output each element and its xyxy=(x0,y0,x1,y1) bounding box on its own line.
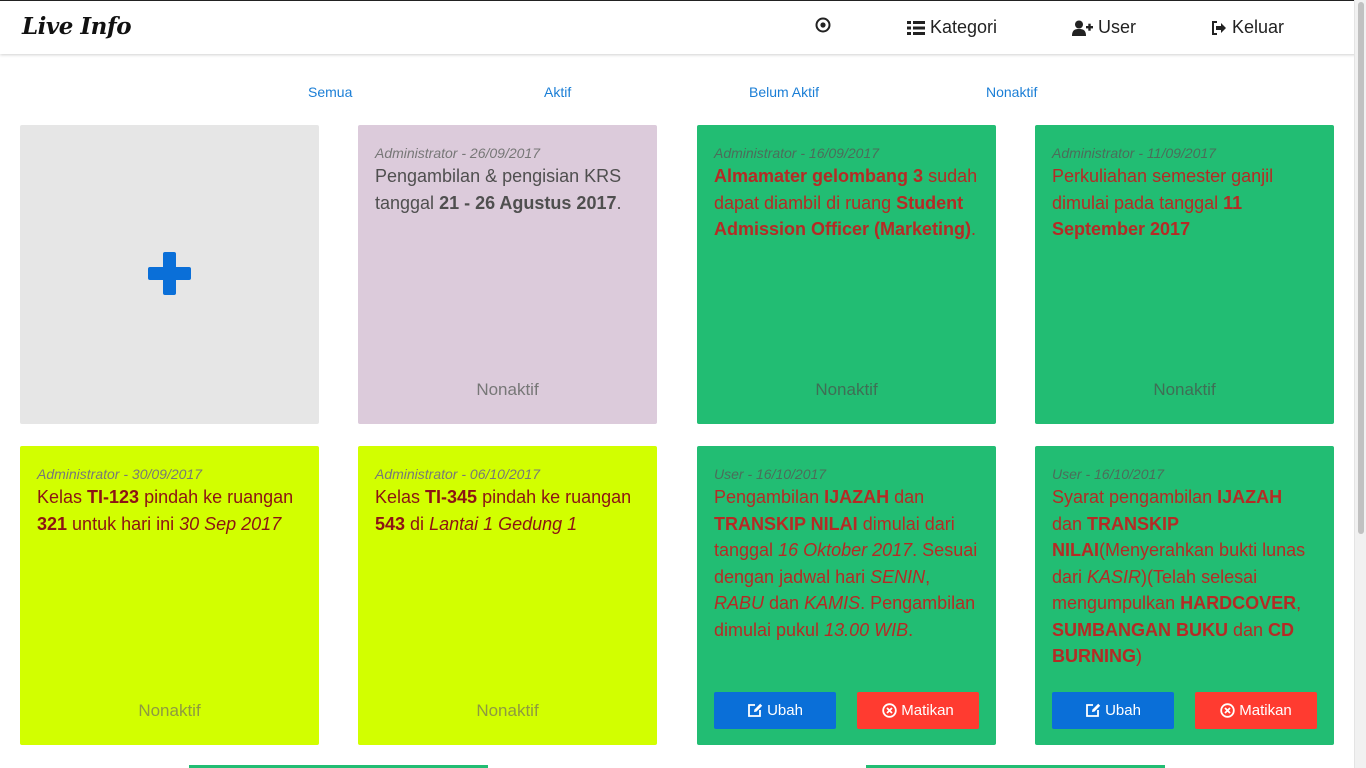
card-status: Nonaktif xyxy=(815,380,878,399)
edit-icon xyxy=(1086,703,1101,717)
info-card: Administrator - 16/09/2017 Almamater gel… xyxy=(697,125,996,424)
info-card: Administrator - 26/09/2017 Pengambilan &… xyxy=(358,125,657,424)
card-status: Nonaktif xyxy=(476,380,539,399)
brand-logo[interactable]: Live Info xyxy=(22,13,132,40)
info-card: User - 16/10/2017 Pengambilan IJAZAH dan… xyxy=(697,446,996,745)
card-body: Syarat pengambilan IJAZAH dan TRANSKIP N… xyxy=(1052,487,1306,666)
card-body: Kelas TI-345 pindah ke ruangan 543 di La… xyxy=(375,487,632,534)
tab-belum-aktif[interactable]: Belum Aktif xyxy=(749,84,819,100)
card-meta: Administrator - 30/09/2017 xyxy=(37,466,202,482)
deactivate-button[interactable]: Matikan xyxy=(857,692,979,729)
card-meta: Administrator - 11/09/2017 xyxy=(1052,145,1216,161)
tab-aktif[interactable]: Aktif xyxy=(544,84,571,100)
list-icon xyxy=(907,20,925,35)
nav-keluar-label: Keluar xyxy=(1232,17,1285,37)
card-meta: Administrator - 26/09/2017 xyxy=(375,145,540,161)
times-circle-icon xyxy=(882,703,897,718)
card-status: Nonaktif xyxy=(1153,380,1216,399)
target-icon xyxy=(815,17,831,33)
top-navbar: Live Info Kategori User Keluar xyxy=(0,0,1366,54)
scrollbar-thumb[interactable] xyxy=(1358,2,1364,534)
tab-semua[interactable]: Semua xyxy=(308,84,352,100)
edit-icon xyxy=(748,703,763,717)
edit-button[interactable]: Ubah xyxy=(1052,692,1174,729)
info-card: Administrator - 30/09/2017 Kelas TI-123 … xyxy=(20,446,319,745)
info-card: Administrator - 06/10/2017 Kelas TI-345 … xyxy=(358,446,657,745)
card-body: Pengambilan IJAZAH dan TRANSKIP NILAI di… xyxy=(714,487,978,640)
info-card: Administrator - 11/09/2017 Perkuliahan s… xyxy=(1035,125,1334,424)
nav-kategori[interactable]: Kategori xyxy=(907,17,997,38)
card-status: Nonaktif xyxy=(476,701,539,720)
nav-kategori-label: Kategori xyxy=(930,17,998,37)
sign-out-icon xyxy=(1212,20,1226,35)
nav-keluar[interactable]: Keluar xyxy=(1211,17,1284,38)
card-meta: User - 16/10/2017 xyxy=(714,466,827,482)
card-body: Perkuliahan semester ganjil dimulai pada… xyxy=(1052,166,1274,239)
card-meta: Administrator - 06/10/2017 xyxy=(375,466,540,482)
edit-button[interactable]: Ubah xyxy=(714,692,836,729)
nav-user-label: User xyxy=(1098,17,1137,37)
card-body: Kelas TI-123 pindah ke ruangan 321 untuk… xyxy=(37,487,294,534)
user-plus-icon xyxy=(1072,20,1093,36)
deactivate-button[interactable]: Matikan xyxy=(1195,692,1317,729)
times-circle-icon xyxy=(1220,703,1235,718)
card-meta: User - 16/10/2017 xyxy=(1052,466,1165,482)
page-scrollbar[interactable] xyxy=(1354,0,1366,768)
plus-icon xyxy=(148,252,191,295)
add-info-card[interactable] xyxy=(20,125,319,424)
info-card: User - 16/10/2017 Syarat pengambilan IJA… xyxy=(1035,446,1334,745)
nav-user[interactable]: User xyxy=(1072,17,1136,38)
nav-target-button[interactable] xyxy=(815,17,831,33)
card-meta: Administrator - 16/09/2017 xyxy=(714,145,879,161)
card-body: Pengambilan & pengisian KRS tanggal 21 -… xyxy=(375,166,622,213)
card-status: Nonaktif xyxy=(138,701,201,720)
tab-nonaktif[interactable]: Nonaktif xyxy=(986,84,1037,100)
card-body: Almamater gelombang 3 sudah dapat diambi… xyxy=(714,166,978,239)
